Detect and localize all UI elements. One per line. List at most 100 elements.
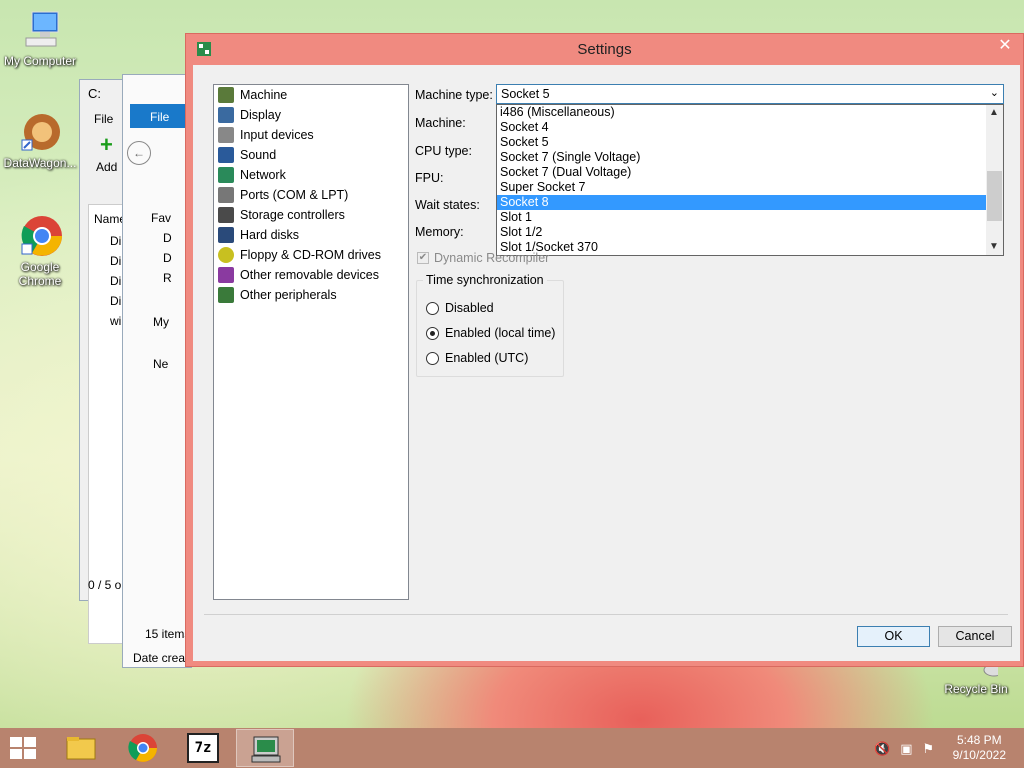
add-button-label[interactable]: Add	[96, 160, 117, 174]
machine-type-label: Machine type:	[415, 88, 493, 102]
tree-item-label: Ports (COM & LPT)	[240, 188, 349, 202]
dropdown-option[interactable]: Slot 1	[497, 210, 986, 225]
datawagon-icon	[18, 110, 62, 154]
network-icon[interactable]: ▣	[900, 741, 912, 757]
dropdown-option[interactable]: Super Socket 7	[497, 180, 986, 195]
wait-states-label: Wait states:	[415, 198, 480, 212]
file-explorer-icon	[65, 733, 97, 763]
tree-item-display[interactable]: Display	[214, 105, 408, 125]
settings-category-tree[interactable]: Machine Display Input devices Sound Netw…	[213, 84, 409, 600]
radio-selected-icon	[426, 326, 439, 340]
peripherals-icon	[218, 287, 234, 303]
taskbar-7zip[interactable]: 7z	[174, 729, 232, 767]
title-bar[interactable]: Settings ✕	[186, 34, 1023, 64]
radio-disabled[interactable]: Disabled	[426, 301, 494, 315]
desktop-icon-google-chrome[interactable]: Google Chrome	[0, 214, 80, 288]
hard-disk-icon	[218, 227, 234, 243]
desktop-icon-label: My Computer	[3, 54, 77, 68]
radio-label: Disabled	[445, 301, 494, 315]
file-tab[interactable]: File	[130, 104, 190, 128]
close-button[interactable]: ✕	[991, 36, 1019, 56]
dropdown-option[interactable]: Socket 7 (Dual Voltage)	[497, 165, 986, 180]
network-icon	[218, 167, 234, 183]
background-explorer-window[interactable]: ← Fav D D R My Ne 15 items Date creat	[122, 74, 192, 668]
my-computer-fragment[interactable]: My	[153, 315, 169, 329]
tree-item-label: Floppy & CD-ROM drives	[240, 248, 381, 262]
time-sync-group: Time synchronization Disabled Enabled (l…	[416, 273, 564, 377]
dropdown-option-selected[interactable]: Socket 8	[497, 195, 986, 210]
list-item[interactable]: Di	[110, 234, 121, 248]
clock[interactable]: 5:48 PM 9/10/2022	[953, 733, 1006, 763]
dynamic-recompiler-label: Dynamic Recompiler	[434, 251, 550, 265]
taskbar-pcem[interactable]	[236, 729, 294, 767]
tree-item-ports[interactable]: Ports (COM & LPT)	[214, 185, 408, 205]
network-fragment[interactable]: Ne	[153, 357, 168, 371]
radio-label: Enabled (local time)	[445, 326, 556, 340]
tree-item-label: Storage controllers	[240, 208, 345, 222]
tree-item-other-removable[interactable]: Other removable devices	[214, 265, 408, 285]
ok-button[interactable]: OK	[857, 626, 930, 647]
scrollbar-thumb[interactable]	[987, 171, 1002, 221]
storage-icon	[218, 207, 234, 223]
dropdown-option[interactable]: Socket 7 (Single Voltage)	[497, 150, 986, 165]
list-item[interactable]: Di	[110, 274, 121, 288]
cancel-button[interactable]: Cancel	[938, 626, 1012, 647]
file-menu[interactable]: File	[94, 112, 113, 126]
scroll-down-icon[interactable]: ▼	[989, 241, 999, 252]
tree-item-machine[interactable]: Machine	[214, 85, 408, 105]
desktop-icon-datawagon[interactable]: DataWagon...	[0, 110, 80, 170]
tree-item-label: Input devices	[240, 128, 314, 142]
volume-muted-icon[interactable]: 🔇	[874, 741, 890, 757]
list-item[interactable]: wi	[110, 314, 121, 328]
input-devices-icon	[218, 127, 234, 143]
radio-icon	[426, 351, 439, 365]
back-icon[interactable]: ←	[127, 141, 151, 165]
radio-label: Enabled (UTC)	[445, 351, 529, 365]
tree-item-input-devices[interactable]: Input devices	[214, 125, 408, 145]
action-center-icon[interactable]: ⚑	[922, 741, 934, 757]
recent-fragment[interactable]: R	[163, 271, 172, 285]
taskbar-chrome[interactable]	[114, 729, 172, 767]
machine-type-dropdown[interactable]: i486 (Miscellaneous) Socket 4 Socket 5 S…	[496, 104, 1004, 256]
machine-label: Machine:	[415, 116, 466, 130]
tree-item-label: Other removable devices	[240, 268, 379, 282]
tree-item-floppy-cdrom[interactable]: Floppy & CD-ROM drives	[214, 245, 408, 265]
start-button[interactable]	[10, 737, 38, 759]
cpu-type-label: CPU type:	[415, 144, 472, 158]
dialog-title: Settings	[577, 41, 632, 58]
dropdown-option[interactable]: i486 (Miscellaneous)	[497, 105, 986, 120]
tree-item-hard-disks[interactable]: Hard disks	[214, 225, 408, 245]
dropdown-option[interactable]: Slot 1/2	[497, 225, 986, 240]
scroll-up-icon[interactable]: ▲	[989, 107, 999, 118]
tree-item-storage-controllers[interactable]: Storage controllers	[214, 205, 408, 225]
7zip-icon: 7z	[187, 733, 219, 763]
dialog-separator	[204, 614, 1008, 615]
chevron-down-icon: ⌄	[989, 87, 999, 99]
machine-type-select[interactable]: Socket 5 ⌄	[496, 84, 1004, 104]
desktop-icon-label: Google Chrome	[18, 260, 62, 288]
tree-item-label: Sound	[240, 148, 277, 162]
list-item[interactable]: Di	[110, 294, 121, 308]
dropdown-option[interactable]: Slot 1/Socket 370	[497, 240, 986, 255]
list-item[interactable]: Di	[110, 254, 121, 268]
dynamic-recompiler-checkbox[interactable]: ✔ Dynamic Recompiler	[417, 251, 549, 265]
tree-item-sound[interactable]: Sound	[214, 145, 408, 165]
radio-enabled-local[interactable]: Enabled (local time)	[426, 326, 555, 340]
desktop-fragment[interactable]: D	[163, 231, 172, 245]
dropdown-option[interactable]: Socket 5	[497, 135, 986, 150]
tree-item-other-peripherals[interactable]: Other peripherals	[214, 285, 408, 305]
favorites-fragment[interactable]: Fav	[151, 211, 171, 225]
radio-icon	[426, 301, 439, 315]
taskbar-file-explorer[interactable]	[52, 729, 110, 767]
desktop-icon-my-computer[interactable]: My Computer	[0, 8, 80, 68]
dropdown-scrollbar[interactable]: ▲ ▼	[986, 105, 1003, 255]
checkbox-checked-icon: ✔	[417, 252, 429, 264]
tree-item-label: Network	[240, 168, 286, 182]
sound-icon	[218, 147, 234, 163]
dropdown-option[interactable]: Socket 4	[497, 120, 986, 135]
downloads-fragment[interactable]: D	[163, 251, 172, 265]
radio-enabled-utc[interactable]: Enabled (UTC)	[426, 351, 528, 365]
tree-item-label: Display	[240, 108, 281, 122]
tree-item-network[interactable]: Network	[214, 165, 408, 185]
memory-label: Memory:	[415, 225, 464, 239]
